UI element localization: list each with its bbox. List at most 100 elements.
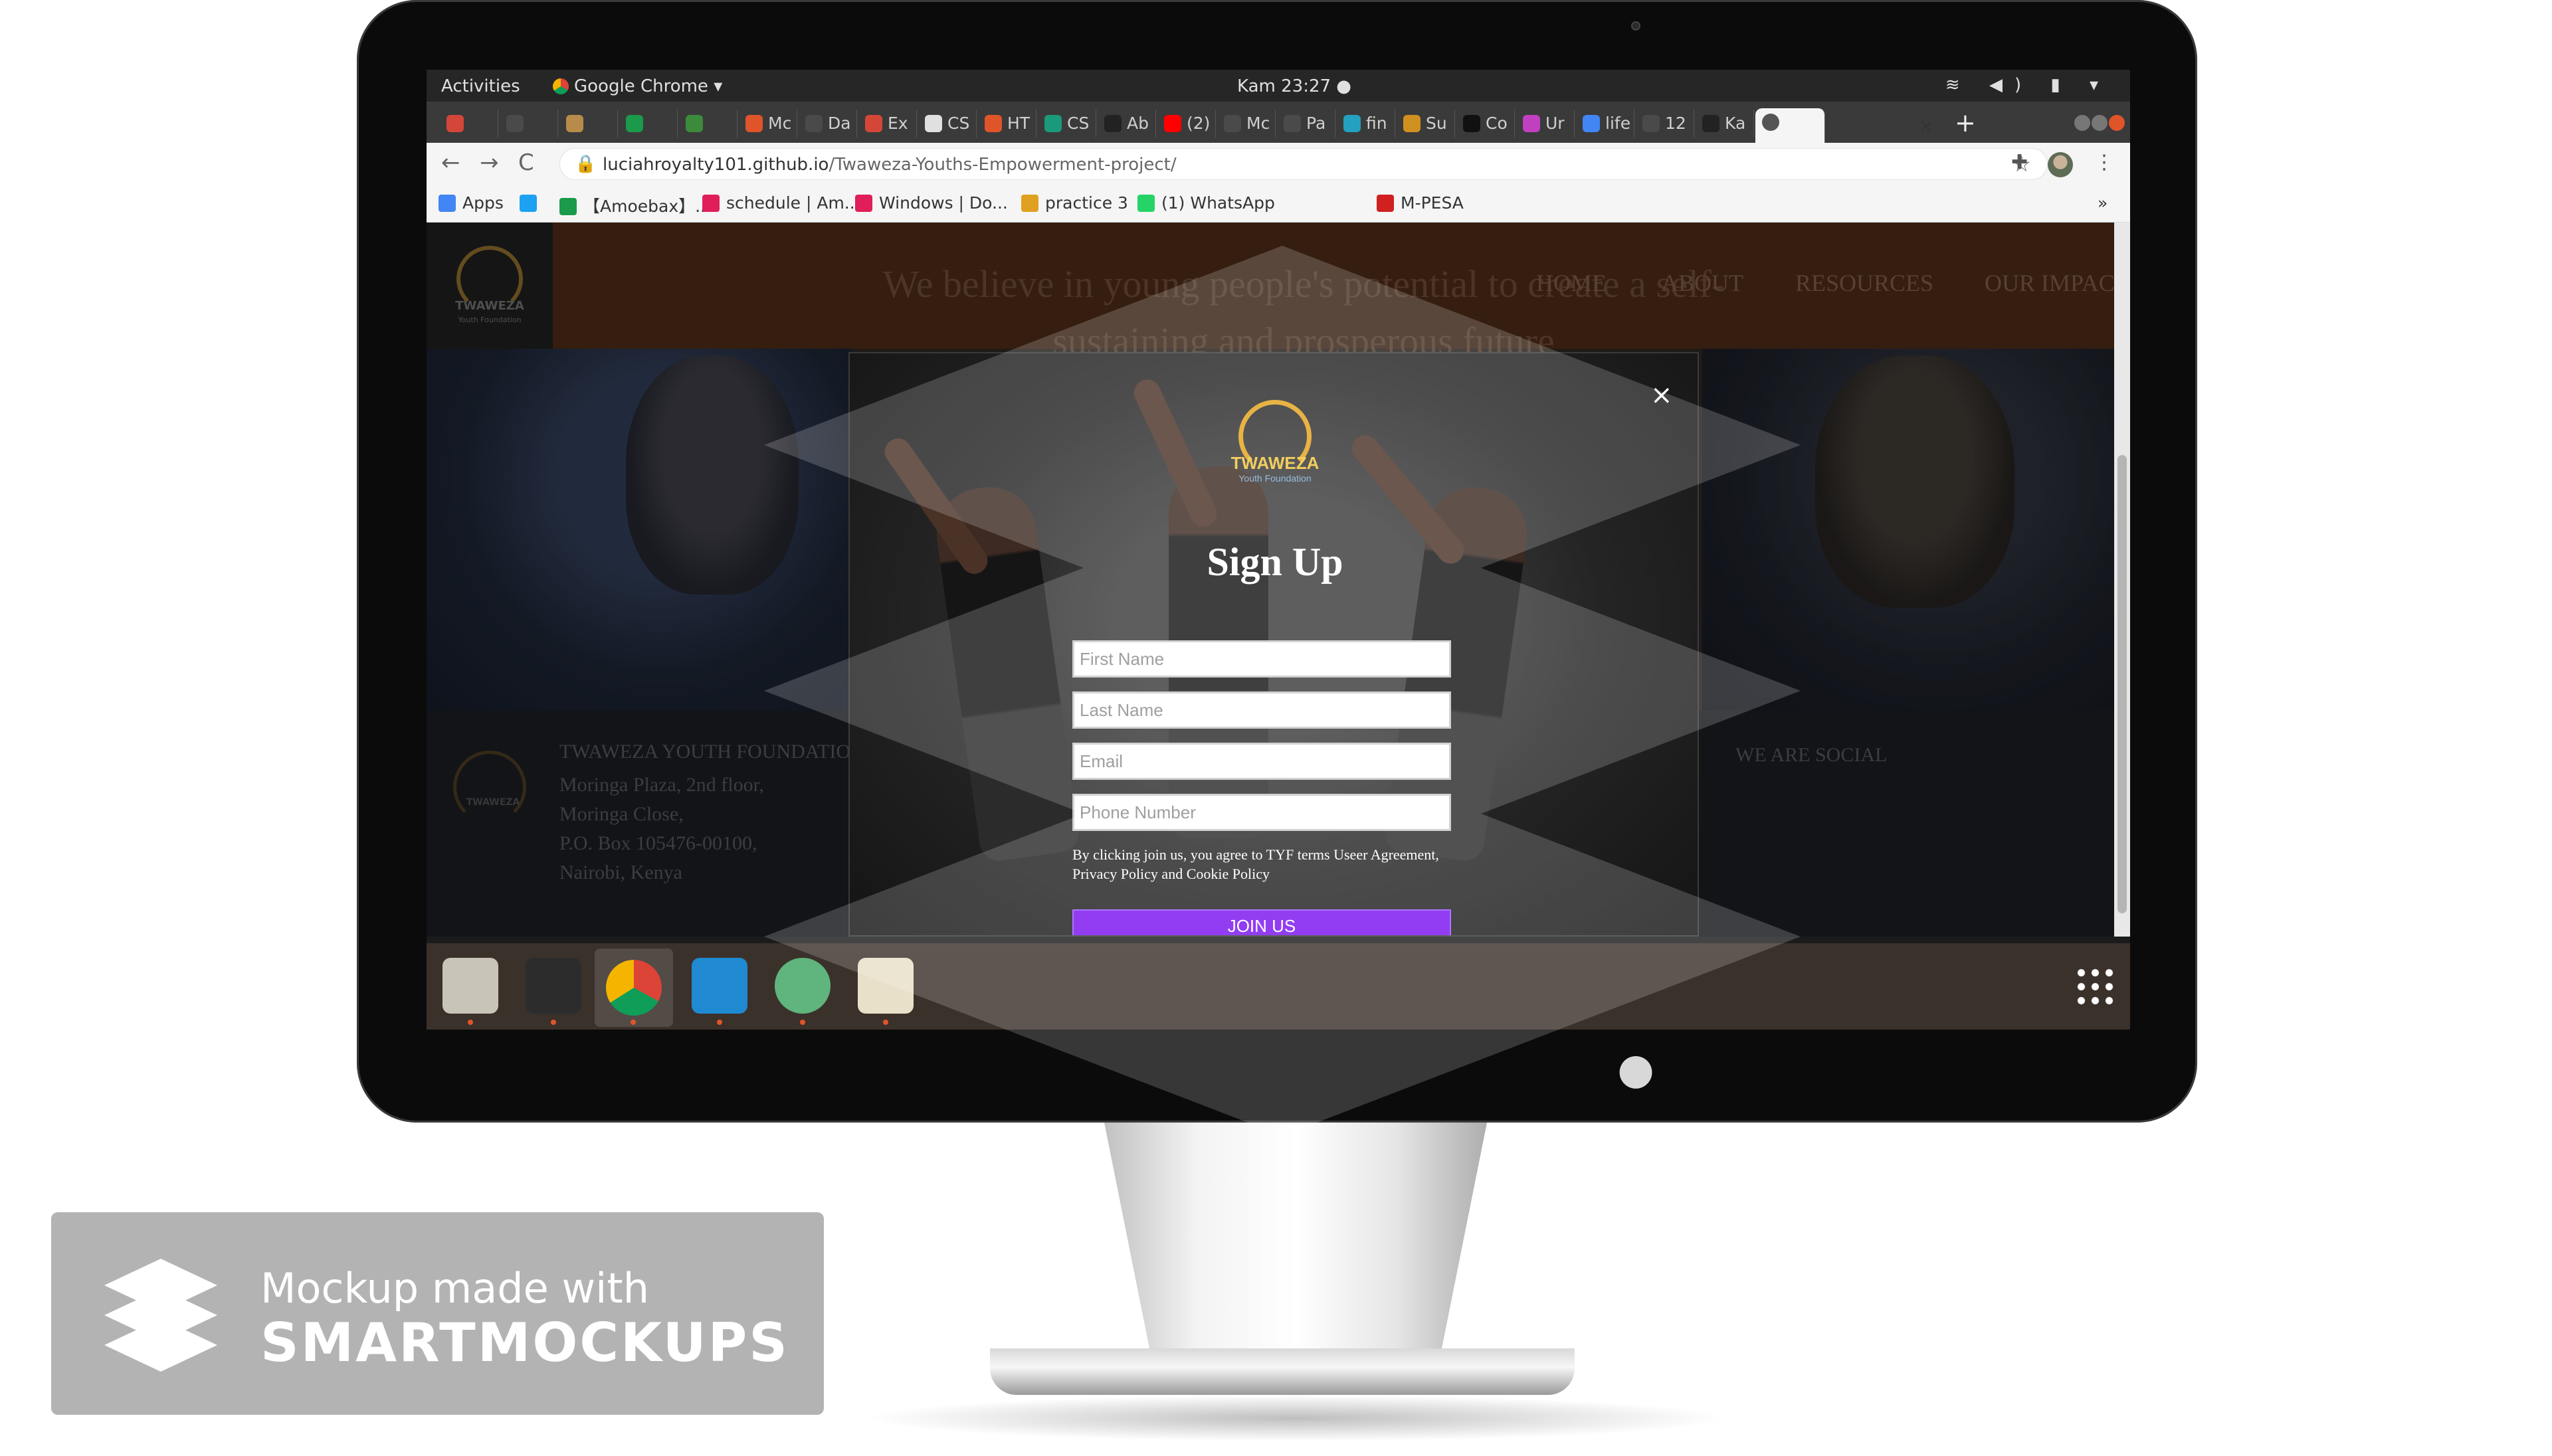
back-button[interactable]: ← (441, 149, 460, 176)
tab-favicon-icon (1104, 115, 1122, 132)
browser-tab[interactable] (500, 110, 558, 137)
browser-menu-icon[interactable]: ⋮ (2094, 151, 2114, 174)
bookmark-item[interactable] (520, 193, 543, 213)
tab-favicon-icon (985, 115, 1002, 132)
minimize-icon[interactable] (2074, 115, 2090, 131)
browser-tab[interactable]: Ex (858, 110, 917, 137)
browser-tab[interactable]: Ka (1696, 110, 1754, 137)
browser-tab[interactable] (679, 110, 737, 137)
browser-tab[interactable]: Ab (1098, 110, 1156, 137)
clock[interactable]: Kam 23:27 ● (1237, 76, 1351, 96)
app-menu[interactable]: Google Chrome ▾ (553, 76, 722, 96)
browser-tab[interactable]: Su (1397, 110, 1455, 137)
bookmark-item[interactable]: M-PESA (1377, 193, 1464, 213)
browser-tab[interactable]: 12 (1636, 110, 1694, 137)
tab-favicon-icon (925, 115, 942, 132)
profile-avatar[interactable] (2048, 152, 2073, 177)
tab-title: Da (828, 114, 851, 133)
browser-tab[interactable]: CS (918, 110, 977, 137)
address-bar[interactable]: 🔒 luciahroyalty101.github.io/Twaweza-You… (559, 148, 2048, 180)
new-tab-button[interactable]: + (1955, 110, 1976, 136)
browser-tab[interactable]: CS (1038, 110, 1096, 137)
mockup-stage: ● Activities Google Chrome ▾ Kam 23:27 ●… (0, 0, 2552, 1456)
bookmark-favicon-icon (702, 195, 720, 212)
forward-button[interactable]: → (480, 149, 499, 176)
extensions-icon[interactable]: ✚ (2011, 151, 2028, 174)
system-tray[interactable]: ≋ ◀) ▮ ▾ (1945, 75, 2110, 95)
browser-tab[interactable]: (2) (1157, 110, 1216, 137)
tab-title: life (1605, 114, 1631, 133)
browser-tab-active[interactable] (1755, 108, 1825, 143)
bookmark-favicon-icon (559, 198, 577, 215)
chrome-icon-glyph (606, 960, 662, 1016)
monitor-shadow (864, 1395, 1727, 1441)
tab-favicon-icon (1164, 115, 1181, 132)
bookmark-item[interactable]: 【Amoebax】... (559, 193, 711, 217)
browser-tab[interactable]: Mc (1217, 110, 1276, 137)
activities-button[interactable]: Activities (441, 76, 520, 96)
terminal-icon-glyph (526, 958, 581, 1014)
browser-tab[interactable]: Da (799, 110, 857, 137)
tab-favicon-icon (686, 115, 703, 132)
vscode-icon[interactable] (689, 955, 750, 1016)
tab-favicon-icon (1343, 115, 1361, 132)
bookmark-item[interactable]: schedule | Am... (702, 193, 860, 213)
bookmarks-overflow-button[interactable]: » (2098, 193, 2108, 213)
browser-tab[interactable]: fin (1337, 110, 1395, 137)
window-close-icon[interactable] (2109, 115, 2125, 131)
badge-caption: Mockup made with (260, 1264, 650, 1313)
monitor-stand-base (990, 1348, 1575, 1395)
tab-favicon-icon (1702, 115, 1719, 132)
tab-favicon-icon (506, 115, 524, 132)
lock-icon[interactable]: 🔒 (575, 154, 596, 174)
close-tab-icon[interactable]: × (1918, 115, 1933, 137)
bookmark-favicon-icon (1021, 195, 1038, 212)
tab-strip: × + Mc Da Ex CS HT CS Ab (2) Mc Pa fin Su Co Ur life 12… (427, 102, 2130, 143)
chrome-icon[interactable] (595, 949, 673, 1027)
browser-tab[interactable] (559, 110, 618, 137)
tab-favicon-icon (1583, 115, 1600, 132)
bookmark-item[interactable]: Apps (439, 193, 504, 213)
tab-title: Mc (768, 114, 792, 133)
bookmarks-bar: » Apps 【Amoebax】... schedule | Am... Window… (427, 185, 2130, 223)
bookmark-label: Windows | Do... (879, 193, 1008, 213)
running-indicator (468, 1020, 473, 1025)
bookmark-label: M-PESA (1401, 193, 1464, 213)
bookmark-item[interactable]: practice 3 (1021, 193, 1128, 213)
files-icon[interactable] (440, 955, 501, 1016)
browser-tab[interactable]: Co (1456, 110, 1515, 137)
bookmark-item[interactable]: (1) WhatsApp (1137, 193, 1275, 213)
files-icon-glyph (442, 958, 498, 1014)
browser-tab[interactable]: Ur (1516, 110, 1575, 137)
tab-title: 12 (1665, 114, 1686, 133)
bookmark-favicon-icon (520, 195, 537, 212)
app-menu-label: Google Chrome ▾ (574, 76, 723, 96)
browser-tab[interactable] (440, 110, 498, 137)
maximize-icon[interactable] (2092, 115, 2108, 131)
terminal-icon[interactable] (523, 955, 584, 1016)
url-text[interactable]: luciahroyalty101.github.io/Twaweza-Youth… (603, 155, 1177, 175)
browser-tab[interactable] (619, 110, 678, 137)
tab-title: CS (1067, 114, 1090, 133)
browser-tab[interactable]: life (1576, 110, 1634, 137)
tab-favicon-icon (805, 115, 823, 132)
browser-tab[interactable]: HT (978, 110, 1036, 137)
tab-favicon-icon (1463, 115, 1480, 132)
tab-title: (2) (1187, 114, 1211, 133)
page-scrollbar[interactable] (2114, 223, 2130, 937)
bookmark-favicon-icon (1137, 195, 1155, 212)
tab-title: CS (947, 114, 970, 133)
bookmark-item[interactable]: Windows | Do... (855, 193, 1008, 213)
browser-tab[interactable]: Mc (739, 110, 797, 137)
reload-button[interactable]: C (518, 149, 534, 176)
show-apps-icon[interactable] (2074, 966, 2117, 1008)
tab-title: Ur (1545, 114, 1565, 133)
layers-icon-part (104, 1319, 217, 1372)
tab-title: fin (1366, 114, 1387, 133)
layers-icon (104, 1259, 217, 1372)
browser-tab[interactable]: Pa (1277, 110, 1335, 137)
tab-favicon-icon (446, 115, 464, 132)
system-top-bar: Activities Google Chrome ▾ Kam 23:27 ● ≋… (427, 70, 2130, 102)
scrollbar-thumb[interactable] (2117, 455, 2127, 913)
bookmark-label: (1) WhatsApp (1161, 193, 1275, 213)
